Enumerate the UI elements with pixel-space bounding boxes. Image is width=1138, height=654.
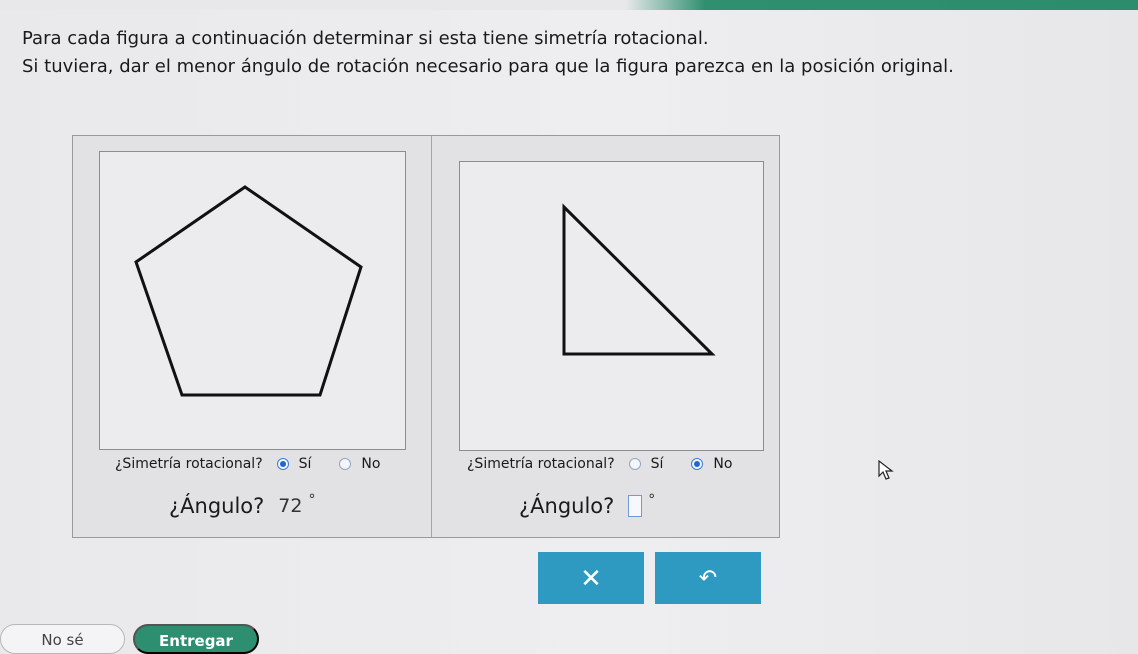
angle-label-1: ¿Ángulo? — [169, 494, 265, 518]
angle-input-2[interactable] — [628, 495, 643, 517]
radio-yes-label-2: Sí — [650, 456, 664, 472]
dont-know-button[interactable]: No sé — [0, 624, 125, 654]
instruction-line-2: Si tuviera, dar el menor ángulo de rotac… — [22, 56, 954, 77]
close-icon: ✕ — [580, 562, 602, 593]
figure-box-triangle — [459, 161, 764, 451]
symmetry-question-1: ¿Simetría rotacional? Sí No — [115, 456, 408, 472]
pentagon-figure — [134, 185, 363, 397]
undo-button[interactable]: ↶ — [655, 552, 761, 604]
submit-button[interactable]: Entregar — [133, 624, 259, 654]
mouse-cursor-icon — [878, 460, 894, 480]
instruction-line-1: Para cada figura a continuación determin… — [22, 28, 709, 49]
angle-row-2: ¿Ángulo? ° — [519, 492, 656, 518]
degree-symbol-1: ° — [308, 492, 316, 508]
instructions: Para cada figura a continuación determin… — [22, 28, 1122, 84]
top-bar — [0, 0, 1138, 10]
symmetry-question-label: ¿Simetría rotacional? — [115, 456, 263, 472]
radio-no-2[interactable] — [691, 458, 704, 470]
symmetry-question-2: ¿Simetría rotacional? Sí No — [467, 456, 760, 472]
figures-panel: ¿Simetría rotacional? Sí No ¿Simetría ro… — [72, 135, 780, 538]
angle-value-1[interactable]: 72 — [278, 495, 302, 517]
right-triangle-figure — [562, 203, 716, 356]
radio-no-1[interactable] — [339, 458, 352, 470]
angle-label-2: ¿Ángulo? — [519, 494, 615, 518]
angle-row-1: ¿Ángulo? 72 ° — [169, 492, 316, 518]
undo-icon: ↶ — [698, 565, 718, 590]
radio-no-label-2: No — [713, 456, 733, 472]
panel-divider — [431, 136, 432, 537]
radio-yes-1[interactable] — [276, 458, 289, 470]
radio-no-label-1: No — [361, 456, 381, 472]
clear-button[interactable]: ✕ — [538, 552, 644, 604]
radio-yes-2[interactable] — [628, 458, 641, 470]
degree-symbol-2: ° — [648, 492, 656, 508]
symmetry-question-label: ¿Simetría rotacional? — [467, 456, 615, 472]
figure-box-pentagon — [99, 151, 406, 450]
radio-yes-label-1: Sí — [298, 456, 312, 472]
